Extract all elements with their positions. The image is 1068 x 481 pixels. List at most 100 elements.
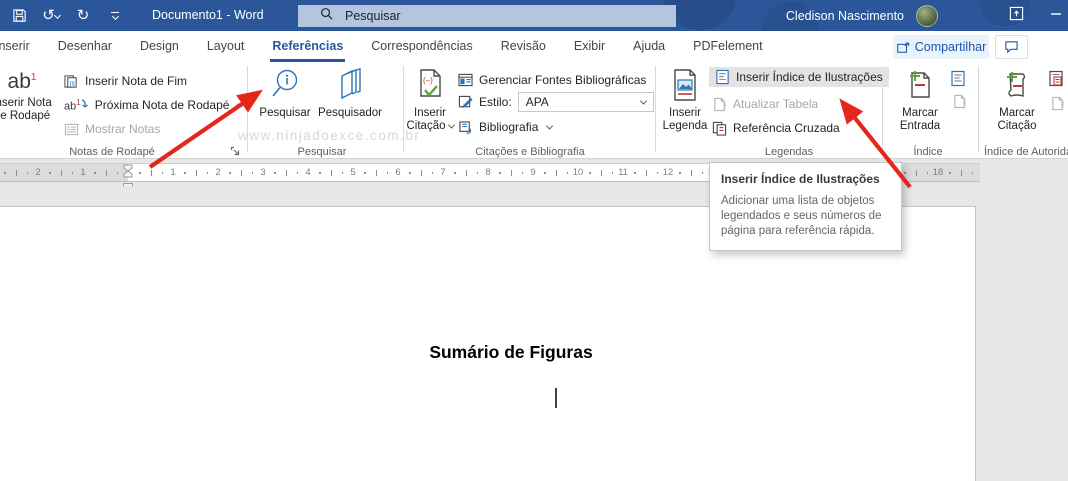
ruler-tick <box>465 170 467 176</box>
ruler-number: 7 <box>440 167 446 178</box>
comment-icon <box>1004 40 1019 54</box>
ruler-tick <box>521 172 524 174</box>
tab-ajuda[interactable]: Ajuda <box>619 31 679 62</box>
ruler-tick <box>4 172 6 174</box>
ribbon-display-options-icon[interactable] <box>1009 6 1024 26</box>
mark-citation-button[interactable]: Marcar Citação <box>990 68 1044 133</box>
ribbon: ab1 Inserir Nota de Rodapé [i] Inserir N… <box>0 62 1068 159</box>
document-title: Documento1 - Word <box>152 8 264 22</box>
user-name: Cledison Nascimento <box>785 8 904 23</box>
ruler-tick <box>971 172 974 174</box>
ruler-tick <box>49 172 51 174</box>
redo-button[interactable]: ↻ <box>72 4 94 28</box>
ruler-tick <box>634 172 636 174</box>
svg-text:!: ! <box>723 101 726 111</box>
tooltip-insert-table-of-figures: Inserir Índice de Ilustrações Adicionar … <box>709 162 902 251</box>
style-icon <box>458 95 473 110</box>
ruler-tick <box>105 170 107 176</box>
insert-endnote-button[interactable]: [i] Inserir Nota de Fim <box>64 71 187 91</box>
chevron-down-icon <box>639 97 647 105</box>
svg-text:!: ! <box>1061 100 1064 110</box>
save-icon[interactable] <box>8 4 30 28</box>
ruler-tick <box>206 172 209 174</box>
ruler-tick <box>274 172 276 174</box>
show-notes-button[interactable]: Mostrar Notas <box>64 119 160 139</box>
ruler-number: 6 <box>395 167 401 178</box>
mark-entry-button[interactable]: Marcar Entrada <box>893 68 947 133</box>
smart-lookup-button[interactable]: Pesquisar <box>254 68 316 120</box>
insert-caption-button[interactable]: Inserir Legenda <box>660 68 710 133</box>
tab-desenhar[interactable]: Desenhar <box>44 31 126 62</box>
tab-design[interactable]: Design <box>126 31 193 62</box>
tab-correspondencias[interactable]: Correspondências <box>357 31 486 62</box>
ribbon-tab-row: Inserir Desenhar Design Layout Referênci… <box>0 31 1068 62</box>
ruler-tick <box>330 170 332 176</box>
undo-button[interactable]: ↺ <box>40 4 62 28</box>
ruler-tick <box>690 170 692 176</box>
update-index-icon[interactable]: ! <box>952 94 967 114</box>
tab-referencias[interactable]: Referências <box>258 31 357 62</box>
window-controls <box>1009 0 1062 31</box>
ruler-tick <box>150 170 152 176</box>
search-placeholder: Pesquisar <box>345 9 401 23</box>
ruler-number: 8 <box>485 167 491 178</box>
bibliography-button[interactable]: Bibliografia <box>458 117 554 137</box>
svg-text:[i]: [i] <box>70 80 75 87</box>
insert-table-of-authorities-icon[interactable] <box>1048 70 1064 92</box>
ruler-tick <box>904 172 906 174</box>
document-heading: Sumário de Figuras <box>429 342 593 362</box>
ruler-tick <box>544 172 546 174</box>
group-divider <box>655 66 656 152</box>
group-label-pesquisar: Pesquisar <box>297 146 347 158</box>
ruler-tick <box>645 170 647 176</box>
insert-caption-icon <box>670 68 700 102</box>
text-cursor <box>555 388 557 408</box>
update-table-button[interactable]: ! Atualizar Tabela <box>712 94 818 114</box>
smart-lookup-icon <box>270 68 300 102</box>
minimize-icon[interactable] <box>1050 7 1062 25</box>
ruler-tick <box>949 172 951 174</box>
tab-exibir[interactable]: Exibir <box>560 31 619 62</box>
tab-revisao[interactable]: Revisão <box>487 31 560 62</box>
next-footnote-button[interactable]: ab1 Próxima Nota de Rodapé <box>64 95 245 115</box>
tab-inserir[interactable]: Inserir <box>0 31 44 62</box>
ribbon-tabs: Inserir Desenhar Design Layout Referênci… <box>0 31 777 62</box>
ruler-tick <box>431 172 434 174</box>
group-label-citacoes: Citações e Bibliografia <box>475 146 585 158</box>
ruler-number: 9 <box>530 167 536 178</box>
document-area[interactable]: Sumário de Figuras <box>0 186 1068 481</box>
chevron-down-icon <box>237 100 245 108</box>
style-dropdown[interactable]: APA <box>517 92 654 112</box>
ruler-number: 11 <box>618 167 628 178</box>
comments-button[interactable] <box>995 35 1028 59</box>
update-authorities-icon[interactable]: ! <box>1050 96 1065 116</box>
researcher-button[interactable]: Pesquisador <box>312 68 388 120</box>
ruler-tick <box>386 172 389 174</box>
undo-dropdown-icon[interactable] <box>53 11 61 20</box>
titlebar-search-box[interactable]: Pesquisar <box>298 5 676 27</box>
ruler-tick <box>251 172 254 174</box>
insert-table-of-figures-button[interactable]: Inserir Índice de Ilustrações <box>709 67 889 87</box>
ruler-tick <box>499 172 501 174</box>
indent-marker-icon[interactable] <box>122 164 134 184</box>
tab-layout[interactable]: Layout <box>193 31 259 62</box>
insert-index-icon[interactable] <box>950 70 966 92</box>
insert-citation-button[interactable]: (–) Inserir Citação <box>404 68 456 133</box>
group-label-indice-autoridades: Índice de Autoridades <box>984 146 1068 158</box>
share-button[interactable]: Compartilhar <box>893 35 989 59</box>
next-footnote-icon: ab1 <box>64 98 89 112</box>
tab-pdfelement[interactable]: PDFelement <box>679 31 776 62</box>
ruler-number: 4 <box>305 167 311 178</box>
ruler-tick <box>26 172 29 174</box>
cross-reference-button[interactable]: Referência Cruzada <box>712 118 840 138</box>
manage-sources-button[interactable]: Gerenciar Fontes Bibliográficas <box>458 70 646 90</box>
user-avatar[interactable] <box>916 4 938 27</box>
ruler-tick <box>139 172 141 174</box>
ruler-tick <box>600 170 602 176</box>
insert-footnote-button[interactable]: ab1 Inserir Nota de Rodapé <box>0 68 58 123</box>
ruler-tick <box>94 172 96 174</box>
account-area[interactable]: Cledison Nascimento <box>786 0 938 31</box>
word-window: ↺ ↻ Documento1 - Word Pesquisar Cledison… <box>0 0 1068 481</box>
ruler-tick <box>184 172 186 174</box>
customize-qat-button[interactable] <box>104 4 126 28</box>
